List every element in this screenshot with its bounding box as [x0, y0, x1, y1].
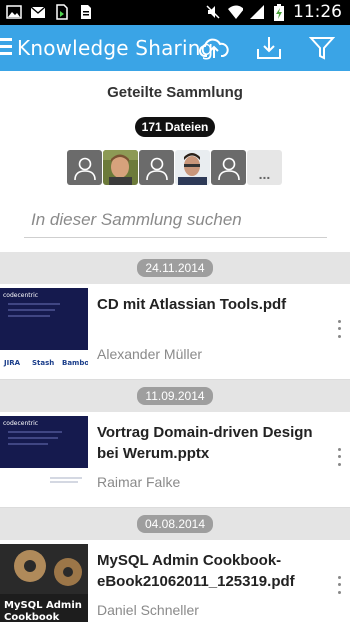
menu-icon[interactable] [0, 38, 12, 58]
mail-notification-icon [30, 4, 46, 20]
thumb-logo-stash: Stash [32, 359, 54, 367]
file-thumbnail: codecentric [0, 416, 88, 500]
thumb-logo-jira: JIRA [3, 359, 21, 367]
cloud-upload-button[interactable] [197, 32, 231, 64]
file-name: CD mit Atlassian Tools.pdf [97, 296, 287, 313]
file-owner: Daniel Schneller [97, 602, 199, 618]
document-notification-icon [78, 4, 94, 20]
file-owner: Alexander Müller [97, 346, 203, 362]
download-notification-icon [54, 4, 70, 20]
app-bar: Knowledge Sharing [0, 25, 350, 71]
date-label: 24.11.2014 [137, 259, 213, 277]
file-thumbnail: codecentric JIRA Stash Bamboo [0, 288, 88, 372]
signal-icon [249, 4, 265, 20]
wifi-icon [227, 4, 243, 20]
more-members-button[interactable]: ... [247, 150, 282, 185]
thumb-brand-text: codecentric [3, 420, 38, 427]
battery-charging-icon [271, 3, 287, 21]
list-item[interactable]: codecentric Vortrag Domain-driven Design… [0, 412, 350, 508]
list-item[interactable]: codecentric JIRA Stash Bamboo CD mit Atl… [0, 284, 350, 380]
status-bar: 11:26 [0, 0, 350, 25]
file-list: 24.11.2014 codecentric JIRA Stash Bamboo… [0, 252, 350, 622]
date-label: 11.09.2014 [137, 387, 213, 405]
overflow-menu-icon[interactable] [334, 446, 344, 468]
clock: 11:26 [293, 2, 342, 22]
file-owner: Raimar Falke [97, 474, 181, 490]
thumb-cover-subtitle: Cookbook [4, 612, 60, 622]
file-name: MySQL Admin Cookbook-eBook21062011_12531… [97, 552, 295, 590]
thumb-logo-bamboo: Bamboo [62, 359, 88, 367]
date-separator: 24.11.2014 [0, 252, 350, 284]
file-thumbnail: MySQL Admin Cookbook [0, 544, 88, 622]
list-item[interactable]: MySQL Admin Cookbook MySQL Admin Cookboo… [0, 540, 350, 622]
avatar-placeholder-3[interactable] [211, 150, 246, 185]
app-title: Knowledge Sharing [17, 36, 214, 60]
avatar-photo-1[interactable] [103, 150, 138, 185]
search-input[interactable] [24, 204, 327, 236]
mute-icon [205, 4, 221, 20]
person-icon [145, 157, 168, 180]
overflow-menu-icon[interactable] [334, 318, 344, 340]
filter-icon [309, 37, 335, 60]
date-label: 04.08.2014 [136, 515, 214, 533]
member-avatars: ... [67, 150, 282, 185]
avatar-placeholder-2[interactable] [139, 150, 174, 185]
tray-download-icon [257, 37, 281, 59]
collection-title: Geteilte Sammlung [107, 84, 243, 101]
avatar-placeholder-1[interactable] [67, 150, 102, 185]
overflow-menu-icon[interactable] [334, 574, 344, 596]
person-icon [217, 157, 240, 180]
cloud-upload-icon [199, 38, 229, 58]
download-button[interactable] [252, 32, 286, 64]
date-separator: 04.08.2014 [0, 508, 350, 540]
image-notification-icon [6, 4, 22, 20]
file-count-badge: 171 Dateien [135, 117, 215, 137]
file-name: Vortrag Domain-driven Design bei Werum.p… [97, 424, 313, 462]
date-separator: 11.09.2014 [0, 380, 350, 412]
thumb-cover-title: MySQL Admin [4, 600, 82, 611]
person-icon [73, 157, 96, 180]
collection-search [24, 204, 327, 238]
avatar-photo-2[interactable] [175, 150, 210, 185]
thumb-brand-text: codecentric [3, 292, 38, 299]
filter-button[interactable] [305, 32, 339, 64]
